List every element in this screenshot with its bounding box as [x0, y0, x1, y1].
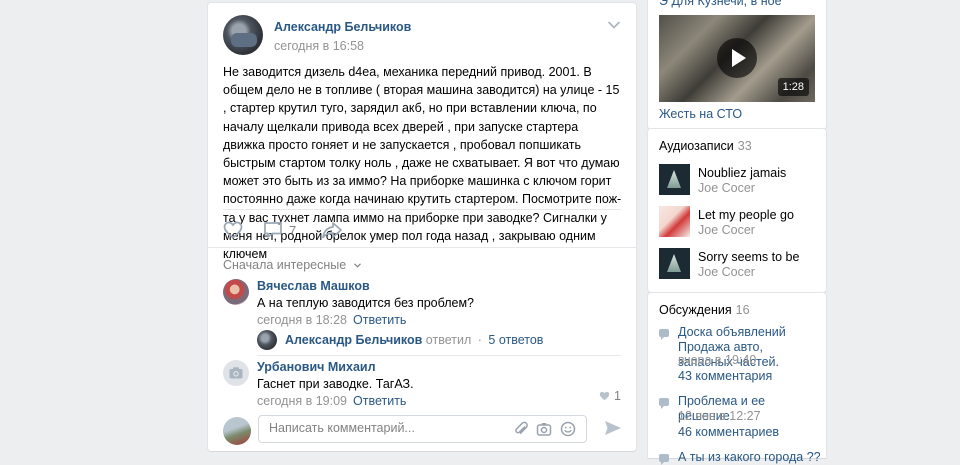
thread-replies: 5 ответов	[488, 333, 544, 347]
track-artist: Joe Cocer	[698, 265, 755, 279]
topic-comments-link[interactable]: 46 комментариев	[678, 425, 779, 439]
discussion-icon	[659, 398, 669, 409]
like-count: 1	[614, 389, 621, 403]
post-time-link[interactable]: сегодня в 16:58	[274, 39, 364, 53]
divider	[223, 209, 621, 210]
discussion-topic: А ты из какого города ??	[659, 450, 821, 465]
track-title: Let my people go	[698, 208, 794, 222]
album-cover	[659, 206, 690, 237]
thread-dot: ·	[477, 333, 482, 347]
audio-header-title: Аудиозаписи	[659, 139, 734, 153]
audio-track[interactable]: Sorry seems to be Joe Cocer	[659, 248, 819, 280]
comment-item: Вячеслав Машков А на теплую заводится бе…	[223, 279, 623, 329]
comment-composer: Написать комментарий...	[223, 415, 623, 445]
comment-count: 7	[289, 222, 297, 238]
comment-icon	[264, 222, 282, 238]
thread-author: Александр Бельчиков	[285, 333, 423, 347]
audio-track[interactable]: Noubliez jamais Joe Cocer	[659, 164, 819, 196]
comment-author-link[interactable]: Урбанович Михаил	[257, 360, 376, 374]
track-artist: Joe Cocer	[698, 181, 755, 195]
audio-count: 33	[737, 139, 752, 153]
comment-meta: сегодня в 18:28 Ответить	[257, 313, 406, 327]
divider	[257, 355, 621, 356]
comment-like-button[interactable]: 1	[599, 389, 621, 403]
comment-text: Гаснет при заводке. ТагАЗ.	[257, 377, 414, 391]
sort-label: Сначала интересные	[223, 258, 347, 272]
topic-date: 12 янв в 12:27	[678, 409, 761, 423]
share-button[interactable]	[321, 217, 343, 243]
author-avatar[interactable]	[223, 15, 263, 55]
reply-thread-text: Александр Бельчиков ответил · 5 ответов	[285, 333, 543, 347]
share-icon	[322, 222, 342, 239]
avatar[interactable]	[223, 360, 249, 386]
avatar	[257, 330, 277, 350]
discussion-topic: Проблема и ее решение 12 янв в 12:27 46 …	[659, 394, 819, 439]
audio-track[interactable]: Let my people go Joe Cocer	[659, 206, 819, 238]
sidebar-video-block: Э Для Кузнечи, в ное 1:28 Жесть на СТО	[648, 0, 826, 129]
video-thumbnail[interactable]: 1:28	[659, 15, 815, 102]
comment-time[interactable]: сегодня в 18:28	[257, 313, 347, 327]
avatar[interactable]	[223, 279, 249, 305]
play-icon	[717, 38, 757, 78]
attach-icon[interactable]	[514, 421, 528, 437]
camera-icon	[229, 367, 243, 379]
discussion-icon	[659, 329, 669, 340]
heart-icon	[599, 391, 610, 401]
audio-header[interactable]: Аудиозаписи 33	[659, 139, 752, 153]
comment-button[interactable]: 7	[263, 217, 296, 243]
smile-icon[interactable]	[560, 421, 576, 437]
track-artist: Joe Cocer	[698, 223, 755, 237]
chevron-down-icon[interactable]	[608, 21, 620, 29]
discussions-count: 16	[735, 303, 750, 317]
sidebar-audio-block: Аудиозаписи 33 Noubliez jamais Joe Cocer …	[648, 129, 826, 292]
discussion-icon	[659, 454, 669, 465]
avatar	[223, 417, 251, 445]
comment-input-placeholder: Написать комментарий...	[269, 421, 415, 435]
video-duration: 1:28	[777, 78, 809, 96]
like-button[interactable]	[223, 217, 243, 243]
chevron-down-icon	[353, 263, 361, 268]
comment-time[interactable]: сегодня в 19:09	[257, 394, 347, 408]
comment-text: А на теплую заводится без проблем?	[257, 296, 475, 310]
topic-date: вчера в 19:40	[678, 353, 757, 367]
sidebar-discussions-block: Обсуждения 16 Доска объявлений Продажа ав…	[648, 293, 826, 465]
composer-icons	[514, 421, 576, 437]
discussions-header[interactable]: Обсуждения 16	[659, 303, 750, 317]
comment-item: Урбанович Михаил Гаснет при заводке. Таг…	[223, 360, 623, 410]
video-title-link[interactable]: Жесть на СТО	[659, 107, 742, 121]
comment-input[interactable]: Написать комментарий...	[258, 415, 587, 443]
discussion-topic: Доска объявлений Продажа авто, запасных …	[659, 325, 819, 383]
track-title: Noubliez jamais	[698, 166, 787, 180]
album-cover	[659, 248, 690, 279]
track-title: Sorry seems to be	[698, 250, 800, 264]
album-cover	[659, 164, 690, 195]
comment-meta: сегодня в 19:09 Ответить	[257, 394, 406, 408]
post-author-link[interactable]: Александр Бельчиков	[274, 20, 411, 34]
camera-icon[interactable]	[536, 421, 552, 437]
comment-author-link[interactable]: Вячеслав Машков	[257, 279, 370, 293]
discussions-header-title: Обсуждения	[659, 303, 732, 317]
post-card: Александр Бельчиков сегодня в 16:58 Не з…	[208, 3, 636, 451]
divider	[208, 247, 636, 248]
heart-icon	[223, 221, 243, 239]
sidebar-cut-title[interactable]: Э Для Кузнечи, в ное	[659, 0, 782, 8]
send-icon[interactable]	[603, 419, 623, 437]
reply-button[interactable]: Ответить	[353, 394, 406, 408]
reply-button[interactable]: Ответить	[353, 313, 406, 327]
thread-action: ответил	[425, 333, 472, 347]
topic-comments-link[interactable]: 43 комментария	[678, 369, 772, 383]
comments-sort-dropdown[interactable]: Сначала интересные	[223, 258, 361, 272]
